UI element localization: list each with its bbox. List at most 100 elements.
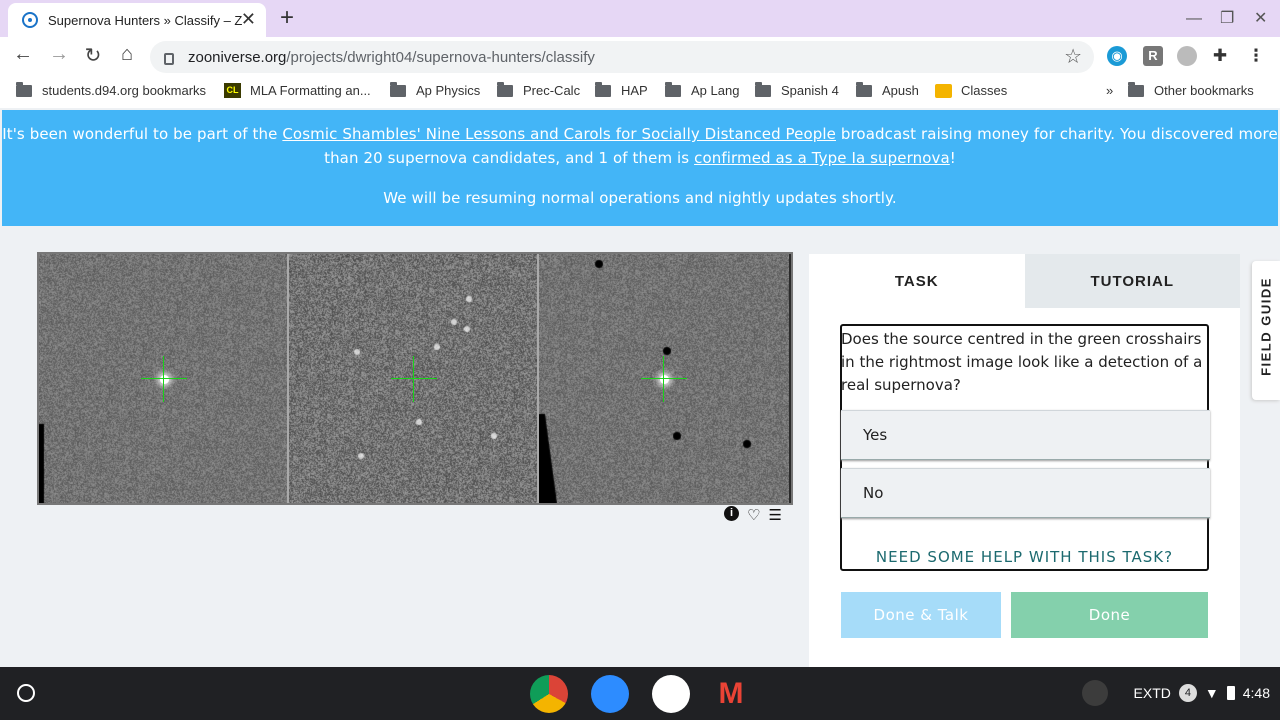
bookmark-ap-physics[interactable]: Ap Physics — [390, 81, 481, 98]
task-panel: TASK TUTORIAL Does the source centred in… — [809, 254, 1240, 667]
notification-count-badge[interactable]: 4 — [1178, 684, 1197, 702]
crosshair-v — [663, 356, 664, 402]
banner-text: It's been wonderful to be part of the — [2, 125, 283, 143]
extension-r-icon[interactable]: R — [1143, 46, 1163, 66]
bookmark-other[interactable]: Other bookmarks — [1128, 81, 1254, 98]
bookmark-label: Classes — [961, 83, 1008, 98]
extension-gray-icon[interactable] — [1177, 46, 1197, 66]
folder-icon — [16, 81, 32, 97]
browser-tab[interactable]: Supernova Hunters » Classify – Z ✕ — [8, 3, 266, 37]
tab-title: Supernova Hunters » Classify – Z — [48, 12, 243, 28]
bookmark-label: Ap Physics — [416, 83, 481, 98]
bookmark-label: Spanish 4 — [781, 83, 839, 98]
launcher-icon[interactable] — [17, 684, 35, 702]
bookmark-label: Prec-Calc — [523, 83, 581, 98]
chrome-app-icon[interactable] — [530, 675, 568, 713]
close-tab-icon[interactable]: ✕ — [241, 9, 256, 30]
answer-no[interactable]: No — [841, 468, 1210, 518]
crosshair-h — [641, 378, 687, 379]
subject-viewer[interactable] — [37, 252, 793, 505]
crosshair-h — [141, 378, 187, 379]
os-shelf: M EXTD 4 ▼ 4:48 — [0, 667, 1280, 720]
forward-icon[interactable]: → — [46, 43, 72, 66]
answer-yes[interactable]: Yes — [841, 410, 1210, 460]
cosmic-shambles-link[interactable]: Cosmic Shambles' Nine Lessons and Carols… — [282, 125, 836, 143]
crosshair-v — [163, 356, 164, 402]
zooniverse-favicon-icon — [22, 12, 38, 28]
tab-tutorial[interactable]: TUTORIAL — [1024, 254, 1240, 308]
battery-icon — [1226, 686, 1235, 700]
subject-image-new[interactable] — [39, 254, 289, 503]
browser-tab-strip: Supernova Hunters » Classify – Z ✕ + — ❐… — [0, 0, 1280, 37]
folder-icon — [665, 81, 681, 97]
back-icon[interactable]: ← — [10, 43, 36, 66]
folder-icon — [856, 81, 872, 97]
zoom-app-icon[interactable] — [591, 675, 629, 713]
browser-toolbar: ← → ↻ ⌂ zooniverse.org/projects/dwright0… — [0, 37, 1280, 75]
crosshair-h — [391, 378, 437, 379]
bookmark-hap[interactable]: HAP — [595, 81, 648, 98]
info-icon[interactable]: i — [724, 506, 739, 521]
bookmark-apush[interactable]: Apush — [856, 81, 919, 98]
mla-icon: CL — [224, 83, 241, 98]
subject-image-reference[interactable] — [289, 254, 539, 503]
wifi-icon: ▼ — [1204, 685, 1219, 701]
bookmark-label: Other bookmarks — [1154, 83, 1254, 98]
new-tab-button[interactable]: + — [280, 4, 294, 32]
address-bar[interactable]: zooniverse.org/projects/dwright04/supern… — [150, 41, 1094, 73]
bookmark-classes[interactable]: Classes — [935, 83, 1007, 98]
announcement-banner: It's been wonderful to be part of the Co… — [2, 110, 1278, 226]
source-dot — [660, 375, 669, 384]
bookmark-ap-lang[interactable]: Ap Lang — [665, 81, 740, 98]
minimize-icon[interactable]: — — [1186, 10, 1202, 28]
collections-list-icon[interactable]: ☰ — [768, 506, 781, 524]
done-button[interactable]: Done — [1011, 592, 1208, 638]
banner-text: ! — [949, 149, 956, 167]
tab-task[interactable]: TASK — [809, 254, 1025, 308]
url-path: /projects/dwright04/supernova-hunters/cl… — [286, 48, 595, 66]
lock-icon — [164, 53, 174, 65]
subject-meta-toolbar: i ♡ ☰ — [724, 506, 782, 524]
task-help-button[interactable]: NEED SOME HELP WITH THIS TASK? — [842, 548, 1207, 566]
bookmark-label: Ap Lang — [691, 83, 740, 98]
folder-icon — [595, 81, 611, 97]
gmail-app-icon[interactable]: M — [712, 675, 750, 713]
bookmarks-bar: students.d94.org bookmarks CL MLA Formatt… — [0, 75, 1280, 108]
extension-globe-icon[interactable]: ◉ — [1107, 46, 1127, 66]
type-ia-link[interactable]: confirmed as a Type Ia supernova — [694, 149, 950, 167]
reload-icon[interactable]: ↻ — [80, 43, 106, 68]
bookmark-prec-calc[interactable]: Prec-Calc — [497, 81, 581, 98]
task-question: Does the source centred in the green cro… — [841, 330, 1203, 394]
bookmark-label: HAP — [621, 83, 648, 98]
task-tabs: TASK TUTORIAL — [809, 254, 1240, 308]
folder-icon — [497, 81, 513, 97]
window-close-icon[interactable]: ✕ — [1254, 8, 1267, 28]
banner-message: It's been wonderful to be part of the Co… — [2, 122, 1278, 170]
classroom-app-icon[interactable] — [652, 675, 690, 713]
bookmark-spanish-4[interactable]: Spanish 4 — [755, 81, 839, 98]
bookmark-star-icon[interactable]: ☆ — [1064, 44, 1082, 69]
folder-icon — [1128, 81, 1144, 97]
url-host: zooniverse.org — [188, 48, 287, 66]
classroom-icon — [935, 83, 952, 98]
folder-icon — [390, 81, 406, 97]
bookmark-mla[interactable]: CL MLA Formatting an... — [224, 83, 371, 98]
bookmarks-overflow-button[interactable]: » — [1106, 83, 1113, 98]
subject-image-difference[interactable] — [539, 254, 789, 503]
bookmark-label: MLA Formatting an... — [250, 83, 371, 98]
media-control-icon[interactable] — [1081, 680, 1108, 706]
crosshair-v — [413, 356, 414, 402]
field-guide-tab[interactable]: FIELD GUIDE — [1252, 261, 1280, 400]
restore-icon[interactable]: ❐ — [1220, 8, 1234, 28]
extensions-puzzle-icon[interactable]: ✚ — [1210, 46, 1230, 66]
menu-kebab-icon[interactable]: ⋮ — [1246, 46, 1266, 66]
favorite-heart-icon[interactable]: ♡ — [747, 506, 760, 524]
clock-time: 4:48 — [1242, 685, 1270, 701]
status-area[interactable]: EXTD 4 ▼ 4:48 — [1081, 675, 1270, 711]
bookmark-label: students.d94.org bookmarks — [42, 83, 207, 98]
bookmarks-overflow-icon: » — [1106, 83, 1114, 98]
home-icon[interactable]: ⌂ — [114, 43, 140, 66]
bookmark-students[interactable]: students.d94.org bookmarks — [16, 81, 207, 98]
done-and-talk-button[interactable]: Done & Talk — [841, 592, 1001, 638]
display-mode: EXTD — [1133, 685, 1171, 701]
